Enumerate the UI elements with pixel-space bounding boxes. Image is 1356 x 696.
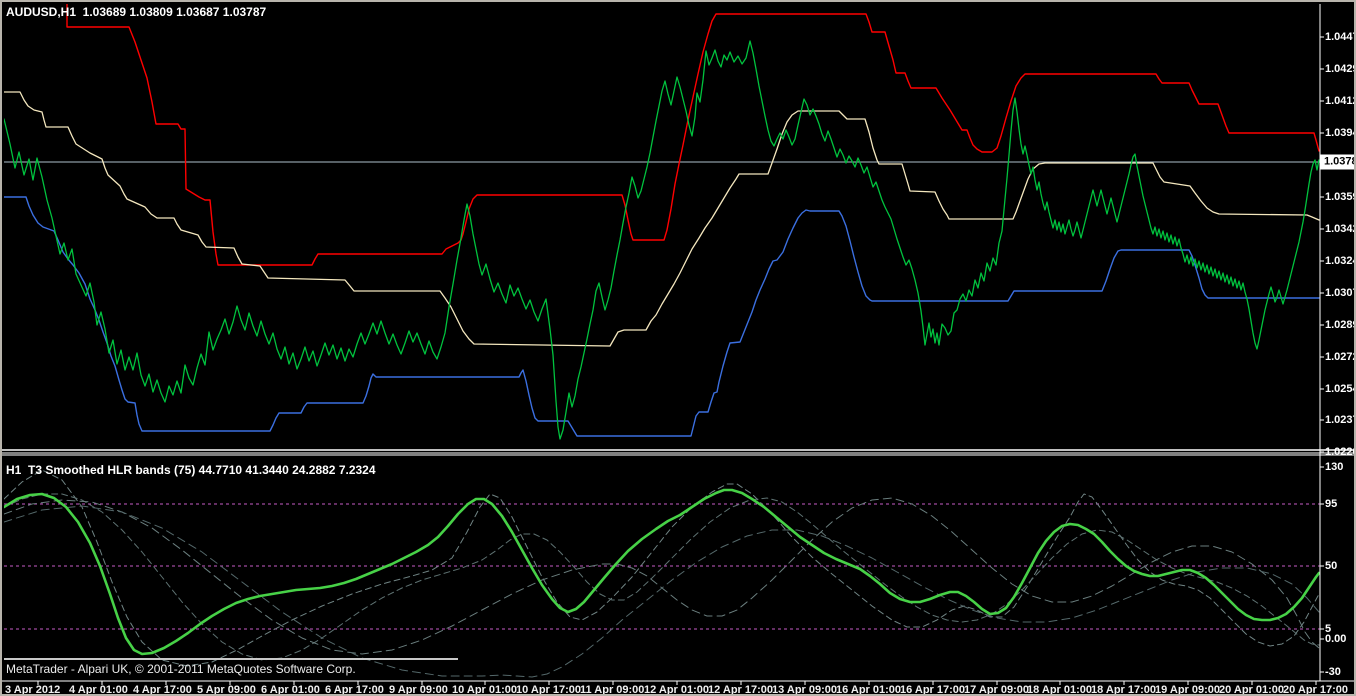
- indicator-axis-label: 130: [1325, 461, 1344, 473]
- time-axis-label[interactable]: 10 Apr 01:00: [452, 684, 517, 694]
- symbol-ohlc-title: AUDUSD,H1 1.03689 1.03809 1.03687 1.0378…: [6, 5, 267, 19]
- price-axis-label: 1.04470: [1325, 31, 1354, 43]
- horizontal-scrollbar[interactable]: [4, 658, 458, 660]
- time-axis-label[interactable]: 12 Apr 01:00: [644, 684, 709, 694]
- time-axis-label[interactable]: 20 Apr 01:00: [1219, 684, 1284, 694]
- time-axis-label[interactable]: 10 Apr 17:00: [516, 684, 581, 694]
- time-axis-label[interactable]: 12 Apr 17:00: [708, 684, 773, 694]
- time-axis-label[interactable]: 16 Apr 01:00: [836, 684, 901, 694]
- price-axis-label: 1.02895: [1325, 319, 1354, 331]
- middle-band-white: [4, 91, 1320, 347]
- indicator-axis-label: -30: [1325, 666, 1341, 678]
- hlr-band-4: [4, 505, 1320, 678]
- time-axis-label[interactable]: 11 Apr 09:00: [580, 684, 644, 694]
- current-price-label: 1.03787: [1320, 154, 1354, 170]
- price-axis-label: 1.02200: [1325, 446, 1354, 458]
- price-axis-label: 1.04120: [1325, 95, 1354, 107]
- time-axis-label[interactable]: 16 Apr 17:00: [900, 684, 965, 694]
- price-axis-label: 1.03420: [1325, 223, 1354, 235]
- indicator-axis-label: 50: [1325, 560, 1338, 572]
- time-axis-label[interactable]: 4 Apr 17:00: [133, 684, 192, 694]
- time-axis-label[interactable]: 20 Apr 17:00: [1283, 684, 1348, 694]
- time-axis-label[interactable]: 3 Apr 2012: [5, 684, 60, 694]
- price-axis-label: 1.03945: [1325, 127, 1354, 139]
- time-axis-label[interactable]: 17 Apr 09:00: [964, 684, 1029, 694]
- price-axis-label: 1.02720: [1325, 351, 1354, 363]
- time-axis-label[interactable]: 18 Apr 17:00: [1091, 684, 1156, 694]
- time-axis-label[interactable]: 19 Apr 09:00: [1155, 684, 1220, 694]
- price-axis-label: 1.04295: [1325, 63, 1354, 75]
- hlr-band-3: [4, 497, 1320, 655]
- indicator-panel: [4, 469, 1320, 678]
- panel-separator-bar[interactable]: [2, 452, 1356, 456]
- price-axis-label: 1.03070: [1325, 287, 1354, 299]
- price-axis-label: 1.02375: [1325, 414, 1354, 426]
- upper-band-red: [66, 4, 1320, 266]
- time-axis-label[interactable]: 13 Apr 09:00: [772, 684, 837, 694]
- chart-canvas[interactable]: [2, 2, 1356, 696]
- price-axis-label: 1.02545: [1325, 383, 1354, 395]
- indicator-axis-label: 0.00: [1325, 633, 1347, 645]
- time-axis-label[interactable]: 4 Apr 01:00: [69, 684, 128, 694]
- metatrader-chart-window: AUDUSD,H1 1.03689 1.03809 1.03687 1.0378…: [0, 0, 1356, 696]
- time-axis-label[interactable]: 18 Apr 01:00: [1027, 684, 1092, 694]
- price-axis-label: 1.03245: [1325, 255, 1354, 267]
- time-axis-label[interactable]: 6 Apr 01:00: [261, 684, 320, 694]
- indicator-axis-label: 95: [1325, 498, 1338, 510]
- time-axis-label[interactable]: 5 Apr 09:00: [197, 684, 256, 694]
- copyright-watermark: MetaTrader - Alpari UK, © 2001-2011 Meta…: [6, 662, 356, 676]
- price-axis-label: 1.03595: [1325, 191, 1354, 203]
- time-axis-label[interactable]: 9 Apr 09:00: [389, 684, 448, 694]
- time-axis-label[interactable]: 6 Apr 17:00: [325, 684, 384, 694]
- hlr-band-2: [4, 493, 1320, 661]
- main-panel: [4, 4, 1320, 440]
- indicator-title: H1 T3 Smoothed HLR bands (75) 44.7710 41…: [6, 463, 376, 477]
- lower-band-blue: [4, 196, 1320, 437]
